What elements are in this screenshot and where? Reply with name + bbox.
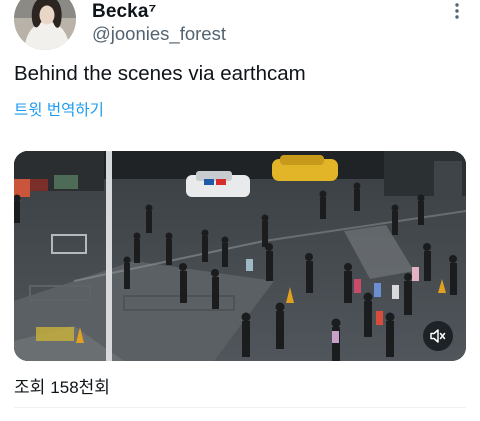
mute-button[interactable]: [423, 321, 453, 351]
views-label: 조회: [14, 378, 46, 397]
speaker-muted-icon: [430, 329, 446, 343]
avatar[interactable]: [14, 0, 76, 50]
view-count: 조회 158천회: [14, 373, 110, 398]
more-options-icon[interactable]: [448, 2, 466, 22]
tweet-video[interactable]: [14, 151, 466, 361]
translate-tweet-link[interactable]: 트윗 번역하기: [14, 98, 104, 120]
tweet-text: Behind the scenes via earthcam: [14, 62, 306, 85]
divider: [14, 407, 466, 408]
video-frame: [14, 151, 466, 361]
display-name[interactable]: Becka⁷: [92, 1, 156, 23]
views-count: 158천회: [50, 378, 110, 397]
user-handle[interactable]: @joonies_forest: [92, 23, 226, 45]
